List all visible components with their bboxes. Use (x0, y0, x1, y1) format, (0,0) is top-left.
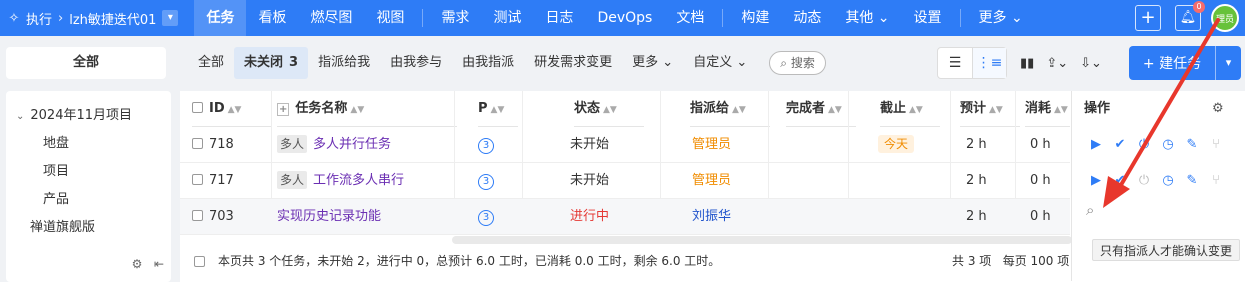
annotation-arrow (1103, 18, 1220, 208)
